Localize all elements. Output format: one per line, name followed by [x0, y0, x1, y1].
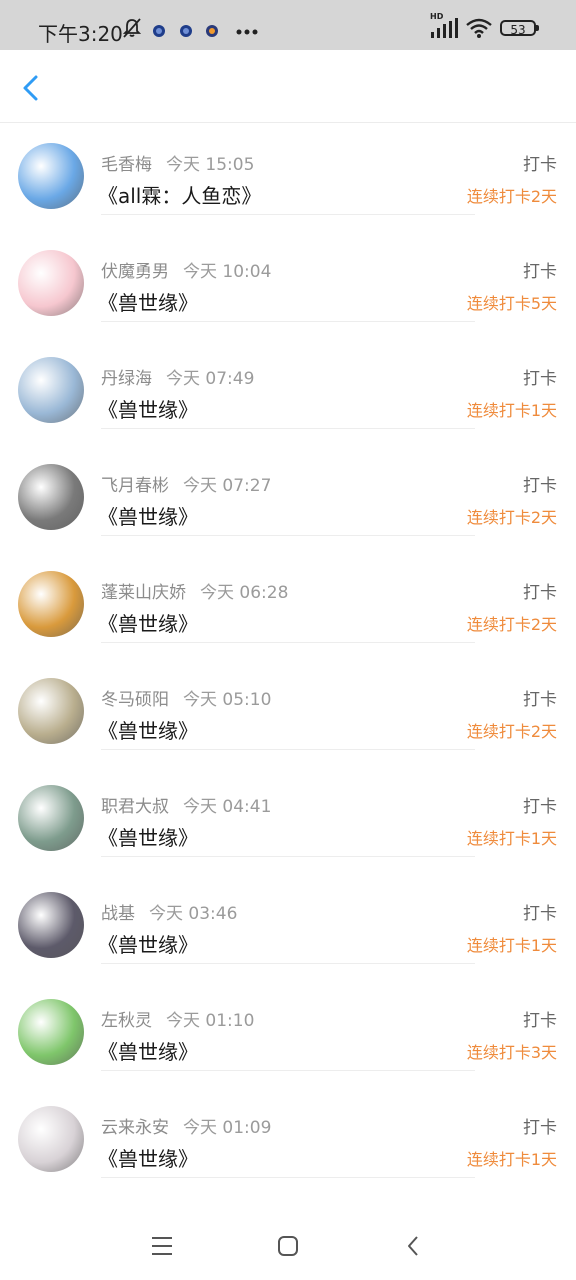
checkin-time: 今天 01:09	[183, 1118, 272, 1138]
user-name[interactable]: 丹绿海	[101, 369, 152, 389]
back-arrow-icon[interactable]	[18, 74, 46, 102]
streak-label: 连续打卡1天	[466, 936, 557, 955]
user-name-line: 丹绿海 今天 07:49	[101, 364, 254, 389]
menu-icon[interactable]	[150, 1234, 174, 1258]
checkin-time: 今天 06:28	[200, 583, 289, 603]
checkin-action-label: 打卡	[523, 1118, 557, 1138]
streak-label: 连续打卡2天	[466, 615, 557, 634]
checkin-list-item[interactable]: 冬马硕阳 今天 05:10 《兽世缘》 打卡连续打卡2天	[0, 642, 576, 750]
user-name[interactable]: 飞月春彬	[101, 476, 169, 496]
streak-label: 连续打卡5天	[466, 294, 557, 313]
checkin-action-label: 打卡	[523, 369, 557, 389]
book-title[interactable]: 《兽世缘》	[98, 1036, 198, 1065]
user-name[interactable]: 职君大叔	[101, 797, 169, 817]
streak-label: 连续打卡2天	[466, 187, 557, 206]
checkin-time: 今天 15:05	[166, 155, 255, 175]
back-icon[interactable]	[402, 1234, 426, 1258]
user-avatar[interactable]	[18, 892, 84, 958]
status-time: 下午3:20	[38, 22, 123, 46]
streak-label: 连续打卡1天	[466, 1150, 557, 1169]
checkin-list-item[interactable]: 飞月春彬 今天 07:27 《兽世缘》 打卡连续打卡2天	[0, 428, 576, 536]
divider	[101, 1177, 475, 1178]
app-notification-icon	[206, 25, 218, 37]
checkin-list: 毛香梅 今天 15:05 《all霖：人鱼恋》 打卡 连续打卡2天 伏魔勇男 今天 10:0…	[0, 107, 576, 1178]
book-title[interactable]: 《兽世缘》	[98, 608, 198, 637]
user-name-line: 职君大叔 今天 04:41	[101, 792, 271, 817]
user-name-line: 云来永安 今天 01:09	[101, 1113, 271, 1138]
user-name-line: 冬马硕阳 今天 05:10	[101, 685, 271, 710]
user-avatar[interactable]	[18, 785, 84, 851]
book-title[interactable]: 《兽世缘》	[98, 822, 198, 851]
checkin-time: 今天 07:49	[166, 369, 255, 389]
user-name-line: 伏魔勇男 今天 10:04	[101, 257, 271, 282]
checkin-list-item[interactable]: 蓬莱山庆娇 今天 06:28 《兽世缘》 打卡 连续打卡2天	[0, 535, 576, 643]
user-avatar[interactable]	[18, 571, 84, 637]
checkin-time: 今天 07:27	[183, 476, 272, 496]
user-name-line: 左秋灵 今天 01:10	[101, 1006, 254, 1031]
book-title[interactable]: 《兽世缘》	[98, 715, 198, 744]
streak-label: 连续打卡1天	[466, 401, 557, 420]
checkin-action-label: 打卡	[523, 583, 557, 603]
checkin-time: 今天 10:04	[183, 262, 272, 282]
book-title[interactable]: 《兽世缘》	[98, 501, 198, 530]
user-name[interactable]: 左秋灵	[101, 1011, 152, 1031]
book-title[interactable]: 《兽世缘》	[98, 394, 198, 423]
user-name-line: 毛香梅 今天 15:05	[101, 150, 254, 175]
checkin-list-item[interactable]: 毛香梅 今天 15:05 《all霖：人鱼恋》 打卡连续打卡2天	[0, 107, 576, 215]
checkin-action-label: 打卡	[523, 1011, 557, 1031]
checkin-time: 今天 04:41	[183, 797, 272, 817]
checkin-list-item[interactable]: 职君大叔 今天 04:41 《兽世缘》 打卡连续打卡1天	[0, 749, 576, 857]
user-avatar[interactable]	[18, 678, 84, 744]
user-avatar[interactable]	[18, 999, 84, 1065]
checkin-action-label: 打卡	[523, 797, 557, 817]
user-name[interactable]: 伏魔勇男	[101, 262, 169, 282]
home-icon[interactable]	[276, 1234, 300, 1258]
status-bar: 下午3:20 HD 53	[0, 0, 576, 50]
user-name[interactable]: 毛香梅	[101, 155, 152, 175]
checkin-action-label: 打卡	[523, 690, 557, 710]
user-name-line: 飞月春彬 今天 07:27	[101, 471, 271, 496]
checkin-list-item[interactable]: 伏魔勇男 今天 10:04 《兽世缘》 打卡连续打卡5天	[0, 214, 576, 322]
checkin-action-label: 打卡	[523, 476, 557, 496]
app-notification-icon	[153, 25, 165, 37]
streak-label: 连续打卡2天	[466, 508, 557, 527]
battery-level: 53	[510, 23, 526, 37]
checkin-list-item[interactable]: 丹绿海 今天 07:49 《兽世缘》 打卡连续打卡1天	[0, 321, 576, 429]
checkin-action-label: 打卡	[523, 904, 557, 924]
checkin-time: 今天 03:46	[149, 904, 238, 924]
app-notification-icon	[180, 25, 192, 37]
streak-label: 连续打卡1天	[466, 829, 557, 848]
user-name-line: 蓬莱山庆娇 今天 06:28	[101, 578, 288, 603]
checkin-list-item[interactable]: 战基 今天 03:46 《兽世缘》 打卡连续打卡1天	[0, 856, 576, 964]
streak-label: 连续打卡3天	[466, 1043, 557, 1062]
user-avatar[interactable]	[18, 143, 84, 209]
mute-bell-icon	[123, 18, 141, 38]
user-name-line: 战基 今天 03:46	[101, 899, 237, 924]
checkin-time: 今天 05:10	[183, 690, 272, 710]
checkin-action-label: 打卡	[523, 262, 557, 282]
user-avatar[interactable]	[18, 250, 84, 316]
checkin-list-item[interactable]: 云来永安 今天 01:09 《兽世缘》 打卡连续打卡1天	[0, 1070, 576, 1178]
book-title[interactable]: 《兽世缘》	[98, 287, 198, 316]
user-avatar[interactable]	[18, 464, 84, 530]
checkin-list-item[interactable]: 左秋灵 今天 01:10 《兽世缘》 打卡连续打卡3天	[0, 963, 576, 1071]
book-title[interactable]: 《兽世缘》	[98, 1143, 198, 1172]
user-name[interactable]: 蓬莱山庆娇	[101, 583, 186, 603]
streak-label: 连续打卡2天	[466, 722, 557, 741]
user-name[interactable]: 战基	[101, 904, 135, 924]
user-avatar[interactable]	[18, 1106, 84, 1172]
book-title[interactable]: 《兽世缘》	[98, 929, 198, 958]
system-navigation-bar	[0, 1212, 576, 1280]
user-name[interactable]: 冬马硕阳	[101, 690, 169, 710]
user-name[interactable]: 云来永安	[101, 1118, 169, 1138]
wifi-icon	[466, 18, 492, 38]
checkin-action-label: 打卡	[523, 155, 557, 175]
signal-icon: HD	[430, 12, 458, 38]
battery-icon: 53	[500, 20, 539, 37]
book-title[interactable]: 《all霖：人鱼恋》	[98, 180, 261, 209]
more-dots-icon	[236, 29, 258, 35]
user-avatar[interactable]	[18, 357, 84, 423]
checkin-time: 今天 01:10	[166, 1011, 255, 1031]
